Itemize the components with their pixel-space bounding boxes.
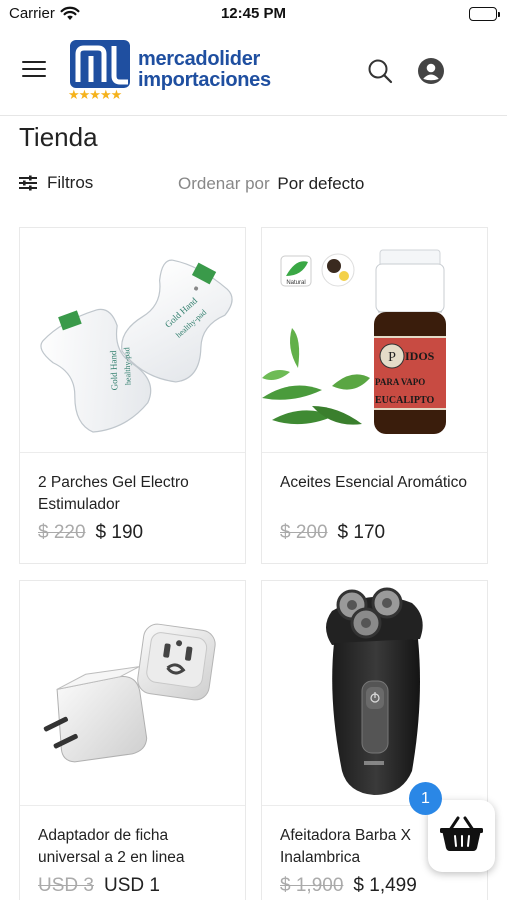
store-logo[interactable]: ★★★★★ mercadolider importaciones — [68, 39, 278, 101]
logo-mark-icon — [70, 40, 130, 88]
page-title: Tienda — [19, 122, 98, 152]
logo-wordmark-line2: importaciones — [138, 69, 271, 91]
basket-icon — [440, 816, 483, 851]
price-new: $ 190 — [95, 522, 144, 543]
app-header: ★★★★★ mercadolider importaciones — [0, 30, 507, 116]
status-bar: Carrier 12:45 PM — [0, 0, 507, 30]
price-old: USD 3 — [38, 875, 94, 896]
natural-badge-text: Natural — [286, 280, 305, 286]
logo-wordmark-line1: mercadolider — [138, 48, 261, 70]
sort-value: Por defecto — [277, 174, 365, 193]
product-card[interactable]: Adaptador de ficha universal a 2 en line… — [19, 580, 246, 900]
product-name[interactable]: 2 Parches Gel Electro Estimulador — [38, 472, 233, 516]
price-old: $ 200 — [280, 522, 328, 543]
product-prices: $ 200 $ 170 — [280, 522, 385, 544]
product-prices: USD 3 USD 1 — [38, 875, 160, 897]
sort-label: Ordenar por — [178, 174, 270, 193]
filters-button[interactable]: Filtros — [19, 172, 93, 194]
product-image[interactable]: Natural P IDOS PARA VAPO EUCALIPTO — [262, 228, 487, 453]
status-time: 12:45 PM — [220, 5, 287, 22]
product-name[interactable]: Adaptador de ficha universal a 2 en line… — [38, 825, 233, 869]
pad2-brand-text: Gold Hand — [108, 350, 119, 391]
product-name[interactable]: Aceites Esencial Aromático — [280, 472, 475, 494]
price-old: $ 1,900 — [280, 875, 344, 896]
sort-selector[interactable]: Ordenar por Por defecto — [178, 174, 364, 194]
price-new: $ 170 — [337, 522, 386, 543]
product-image[interactable]: Gold Hand healthy-pad Gold Hand healthy-… — [20, 228, 245, 453]
oil-label-mid-text: PARA VAPO — [375, 377, 425, 387]
price-new: USD 1 — [103, 875, 160, 896]
product-card[interactable]: Natural P IDOS PARA VAPO EUCALIPTO Aceit… — [261, 227, 488, 564]
search-icon[interactable] — [367, 58, 393, 84]
user-icon[interactable] — [418, 58, 444, 84]
filters-label: Filtros — [47, 173, 94, 192]
cart-button[interactable] — [428, 800, 495, 872]
menu-icon[interactable] — [22, 58, 46, 80]
product-prices: $ 220 $ 190 — [38, 522, 143, 544]
battery-icon — [469, 7, 500, 21]
product-card[interactable]: Gold Hand healthy-pad Gold Hand healthy-… — [19, 227, 246, 564]
logo-wordmark: mercadolider importaciones — [138, 49, 271, 91]
cart-count-badge: 1 — [409, 782, 442, 815]
price-old: $ 220 — [38, 522, 86, 543]
product-image[interactable] — [20, 581, 245, 806]
filters-icon — [19, 175, 37, 191]
logo-stars: ★★★★★ — [68, 87, 122, 102]
svg-text:P: P — [388, 350, 396, 365]
product-prices: $ 1,900 $ 1,499 — [280, 875, 417, 897]
product-image[interactable] — [262, 581, 487, 806]
pad2-brand-sub-text: healthy-pad — [122, 347, 132, 385]
oil-label-top-text: IDOS — [405, 349, 435, 363]
price-new: $ 1,499 — [353, 875, 417, 896]
oil-label-bottom-text: EUCALIPTO — [375, 395, 434, 406]
